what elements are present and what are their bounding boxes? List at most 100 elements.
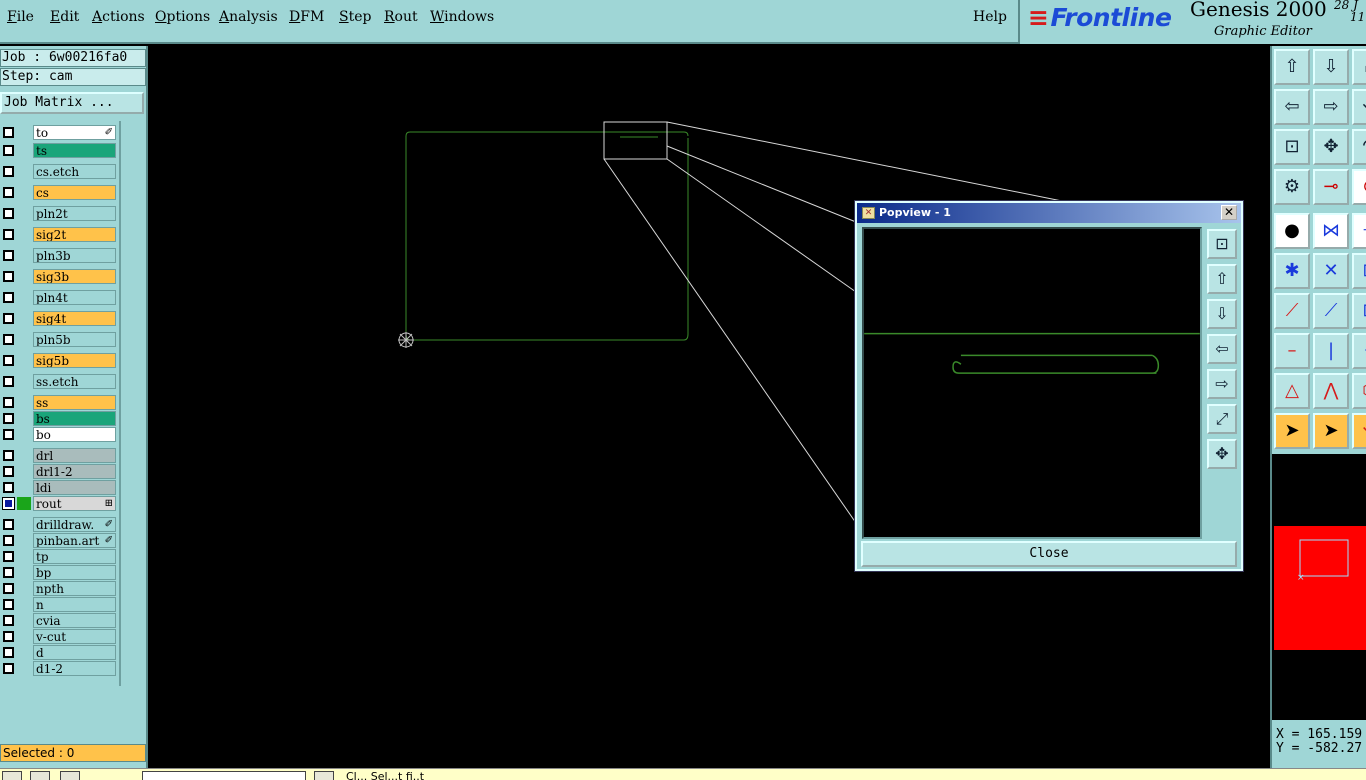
- menu-analysis[interactable]: Analysis: [219, 9, 278, 25]
- layer-name[interactable]: to ✐: [33, 125, 116, 140]
- zoom-home-icon[interactable]: ⊡: [1207, 229, 1237, 259]
- properties-icon[interactable]: ⚙: [1274, 169, 1310, 205]
- menu-options[interactable]: Options: [155, 9, 210, 25]
- graph-icon[interactable]: ✱: [1274, 253, 1310, 289]
- menu-edit[interactable]: Edit: [50, 9, 79, 25]
- layer-row-drilldraw.[interactable]: drilldraw. ✐: [0, 517, 118, 532]
- layer-row-cs.etch[interactable]: cs.etch: [0, 164, 118, 179]
- layer-name[interactable]: sig4t: [33, 311, 116, 326]
- layer-checkbox[interactable]: [3, 615, 14, 626]
- segment-icon[interactable]: |: [1313, 333, 1349, 369]
- layer-checkbox[interactable]: [3, 551, 14, 562]
- layer-row-n[interactable]: n: [0, 597, 118, 612]
- layer-name[interactable]: drilldraw. ✐: [33, 517, 116, 532]
- layer-row-pln2t[interactable]: pln2t: [0, 206, 118, 221]
- zoom-center-icon[interactable]: ✥: [1207, 439, 1237, 469]
- polygon-icon[interactable]: ⬡: [1352, 373, 1366, 409]
- layer-name[interactable]: ldi: [33, 480, 116, 495]
- menu-windows[interactable]: Windows: [430, 9, 494, 25]
- zoom-up-icon[interactable]: ⇧: [1274, 49, 1310, 85]
- layer-name[interactable]: bs: [33, 411, 116, 426]
- redo-icon[interactable]: ↷: [1352, 129, 1366, 165]
- layer-row-drl1-2[interactable]: drl1-2: [0, 464, 118, 479]
- layer-row-ldi[interactable]: ldi: [0, 480, 118, 495]
- close-button[interactable]: Close: [861, 541, 1237, 567]
- layer-checkbox[interactable]: [3, 429, 14, 440]
- layer-checkbox[interactable]: [3, 663, 14, 674]
- layer-checkbox[interactable]: [3, 355, 14, 366]
- layer-row-ss.etch[interactable]: ss.etch: [0, 374, 118, 389]
- layer-name[interactable]: rout ⊞: [33, 496, 116, 511]
- layer-checkbox[interactable]: [3, 229, 14, 240]
- zoom-down-icon[interactable]: ⇩: [1313, 49, 1349, 85]
- feature-icon[interactable]: ●: [1274, 213, 1310, 249]
- menu-file[interactable]: File: [7, 9, 34, 25]
- popview-titlebar[interactable]: ✕ Popview - 1 ✕: [857, 203, 1241, 223]
- layer-row-rout[interactable]: rout ⊞: [0, 496, 118, 511]
- layer-row-ss[interactable]: ss: [0, 395, 118, 410]
- layer-row-bp[interactable]: bp: [0, 565, 118, 580]
- net-icon[interactable]: ⋈: [1313, 213, 1349, 249]
- layer-name[interactable]: pln3b: [33, 248, 116, 263]
- pan-down-icon[interactable]: ⇩: [1207, 299, 1237, 329]
- layer-name[interactable]: drl: [33, 448, 116, 463]
- menu-actions[interactable]: Actions: [92, 9, 145, 25]
- layer-row-cs[interactable]: cs: [0, 185, 118, 200]
- command-input[interactable]: [142, 771, 306, 780]
- layer-checkbox[interactable]: [3, 631, 14, 642]
- popview-canvas[interactable]: [862, 227, 1202, 539]
- status-button-2[interactable]: [30, 771, 50, 780]
- layer-name[interactable]: sig5b: [33, 353, 116, 368]
- zoom-fit-icon[interactable]: ⤢: [1207, 404, 1237, 434]
- layer-row-to[interactable]: to ✐: [0, 125, 118, 140]
- layer-row-sig4t[interactable]: sig4t: [0, 311, 118, 326]
- layer-name[interactable]: drl1-2: [33, 464, 116, 479]
- rotate-icon[interactable]: ⟲: [1352, 413, 1366, 449]
- snap-icon[interactable]: ⊕: [1352, 169, 1366, 205]
- undo-icon[interactable]: ↶: [1352, 89, 1366, 125]
- layer-checkbox[interactable]: [3, 208, 14, 219]
- layer-checkbox[interactable]: [3, 482, 14, 493]
- pan-left-icon[interactable]: ⇦: [1274, 89, 1310, 125]
- route-icon[interactable]: ⊣: [1352, 213, 1366, 249]
- layer-row-tp[interactable]: tp: [0, 549, 118, 564]
- layer-row-d[interactable]: d: [0, 645, 118, 660]
- arrow-icon[interactable]: ⋀: [1313, 373, 1349, 409]
- layer-checkbox[interactable]: [3, 519, 14, 530]
- layer-checkbox[interactable]: [3, 397, 14, 408]
- popview-window[interactable]: ✕ Popview - 1 ✕ ⊡ ⇧ ⇩ ⇦ ⇨ ⤢ ✥ Close: [854, 200, 1244, 572]
- layer-row-sig2t[interactable]: sig2t: [0, 227, 118, 242]
- layer-name[interactable]: sig2t: [33, 227, 116, 242]
- layer-row-sig3b[interactable]: sig3b: [0, 269, 118, 284]
- layer-checkbox[interactable]: [3, 466, 14, 477]
- layer-name[interactable]: npth: [33, 581, 116, 596]
- menu-step[interactable]: Step: [339, 9, 371, 25]
- layer-name[interactable]: pinban.art ✐: [33, 533, 116, 548]
- layer-checkbox[interactable]: [3, 413, 14, 424]
- menu-dfm[interactable]: DFM: [289, 9, 324, 25]
- layer-checkbox[interactable]: [3, 292, 14, 303]
- layer-name[interactable]: ss: [33, 395, 116, 410]
- layer-checkbox[interactable]: [3, 187, 14, 198]
- layer-checkbox[interactable]: [3, 145, 14, 156]
- layer-name[interactable]: d: [33, 645, 116, 660]
- layer-name[interactable]: pln4t: [33, 290, 116, 305]
- layer-checkbox[interactable]: [3, 334, 14, 345]
- zoom-home-icon[interactable]: ⌂: [1352, 49, 1366, 85]
- intersect-icon[interactable]: ✕: [1313, 253, 1349, 289]
- layer-row-npth[interactable]: npth: [0, 581, 118, 596]
- layer-name[interactable]: d1-2: [33, 661, 116, 676]
- center-icon[interactable]: ✥: [1313, 129, 1349, 165]
- pad-add-icon[interactable]: –: [1274, 333, 1310, 369]
- overview-view-box[interactable]: [1299, 539, 1349, 577]
- status-button-1[interactable]: [2, 771, 22, 780]
- layer-name[interactable]: pln2t: [33, 206, 116, 221]
- layer-name[interactable]: sig3b: [33, 269, 116, 284]
- layer-row-v-cut[interactable]: v-cut: [0, 629, 118, 644]
- layer-checkbox[interactable]: [3, 127, 14, 138]
- status-button-4[interactable]: [314, 771, 334, 780]
- cut-icon[interactable]: ⌖: [1352, 333, 1366, 369]
- line-icon[interactable]: ⟋: [1274, 293, 1310, 329]
- select-icon[interactable]: ➤: [1274, 413, 1310, 449]
- layer-name[interactable]: bo: [33, 427, 116, 442]
